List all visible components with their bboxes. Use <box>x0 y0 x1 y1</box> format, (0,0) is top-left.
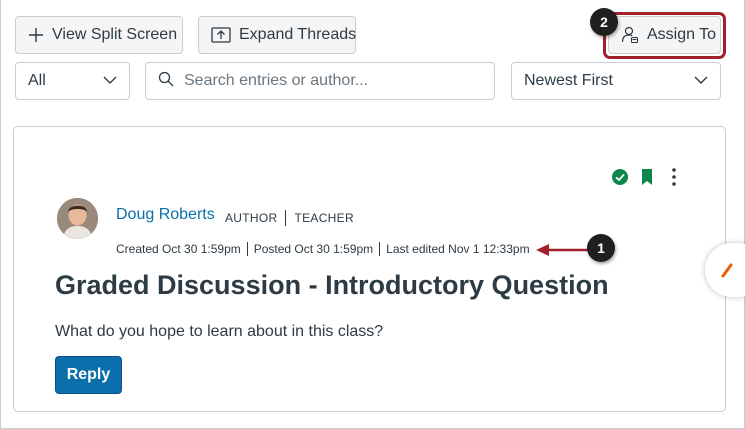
timestamp-separator <box>379 242 381 256</box>
bookmark-icon[interactable] <box>640 168 654 191</box>
filter-select[interactable]: All <box>15 62 130 100</box>
chevron-down-icon <box>103 72 117 90</box>
view-split-screen-label: View Split Screen <box>52 26 178 43</box>
discussion-body: What do you hope to learn about in this … <box>55 323 384 340</box>
more-vertical-icon[interactable] <box>668 167 680 192</box>
callout-arrow <box>536 244 593 256</box>
posted-timestamp: Posted Oct 30 1:59pm <box>253 242 374 256</box>
expand-threads-label: Expand Threads <box>239 26 357 43</box>
search-icon <box>158 71 174 92</box>
timestamp-separator <box>246 242 248 256</box>
check-circle-icon <box>611 168 629 191</box>
callout-badge-2: 2 <box>590 8 618 36</box>
avatar <box>57 198 98 239</box>
sort-select-value: Newest First <box>524 72 613 89</box>
view-split-screen-button[interactable]: View Split Screen <box>15 16 183 54</box>
author-name-link[interactable]: Doug Roberts <box>116 206 215 224</box>
edited-timestamp: Last edited Nov 1 12:33pm <box>386 242 530 256</box>
chevron-down-icon <box>694 72 708 90</box>
author-roles: AUTHOR TEACHER <box>225 210 354 226</box>
role-teacher-label: TEACHER <box>294 211 354 225</box>
search-field[interactable] <box>145 62 495 100</box>
filter-select-value: All <box>28 72 46 89</box>
role-author-label: AUTHOR <box>225 211 278 225</box>
sort-select[interactable]: Newest First <box>511 62 721 100</box>
expand-threads-button[interactable]: Expand Threads <box>198 16 356 54</box>
callout-badge-1: 1 <box>587 234 615 262</box>
discussion-title: Graded Discussion - Introductory Questio… <box>55 270 609 300</box>
assign-to-highlight <box>603 12 726 59</box>
search-input[interactable] <box>184 72 482 90</box>
pencil-icon <box>721 263 733 278</box>
expand-icon <box>211 27 231 43</box>
reply-button[interactable]: Reply <box>55 356 122 394</box>
created-timestamp: Created Oct 30 1:59pm <box>116 242 241 256</box>
role-separator <box>285 210 287 226</box>
post-timestamps: Created Oct 30 1:59pm Posted Oct 30 1:59… <box>116 242 530 256</box>
plus-icon <box>28 27 44 43</box>
